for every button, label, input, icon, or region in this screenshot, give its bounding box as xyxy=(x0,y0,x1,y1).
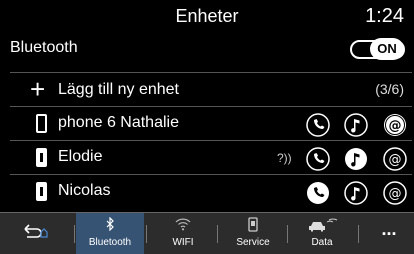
tab-label: Bluetooth xyxy=(88,237,132,248)
bluetooth-label: Bluetooth xyxy=(10,39,78,56)
device-name: phone 6 Nathalie xyxy=(58,114,179,131)
more-icon: ... xyxy=(381,219,397,239)
internet-at-icon[interactable]: @ xyxy=(383,147,407,171)
add-device-label: Lägg till ny enhet xyxy=(58,81,179,98)
tab-divider xyxy=(146,225,147,243)
device-row[interactable]: Nicolas @ xyxy=(10,174,412,208)
bluetooth-icon xyxy=(76,216,144,234)
back-home-button[interactable] xyxy=(0,213,72,254)
device-row[interactable]: Elodie ?)) @ xyxy=(10,140,412,174)
back-home-icon xyxy=(0,223,72,242)
wifi-icon xyxy=(150,217,216,234)
tab-divider xyxy=(74,225,75,243)
svg-text:@: @ xyxy=(389,187,402,202)
service-icon xyxy=(218,217,288,236)
car-data-icon xyxy=(288,217,356,236)
tab-data[interactable]: Data xyxy=(288,213,356,254)
tab-service[interactable]: Service xyxy=(218,213,288,254)
tab-label: WIFI xyxy=(172,237,194,248)
bottom-nav-bar: Bluetooth WIFI Service Data ... xyxy=(0,212,414,254)
page-title: Enheter xyxy=(175,6,239,26)
smartphone-outline-icon xyxy=(36,114,47,133)
plus-icon: + xyxy=(30,74,46,104)
device-count: (3/6) xyxy=(375,81,404,97)
bluetooth-row: Bluetooth ON xyxy=(0,34,414,66)
internet-at-icon[interactable]: @ xyxy=(383,113,407,137)
smartphone-icon xyxy=(36,182,47,201)
tab-label: Data xyxy=(311,237,333,248)
device-name: Elodie xyxy=(58,148,103,165)
smartphone-icon xyxy=(36,148,47,167)
internet-at-icon[interactable]: @ xyxy=(383,181,407,205)
bluetooth-toggle[interactable]: ON xyxy=(350,36,405,62)
device-row[interactable]: phone 6 Nathalie @ xyxy=(10,106,412,140)
device-name: Nicolas xyxy=(58,182,111,199)
toggle-knob: ON xyxy=(370,38,404,60)
connecting-signal-icon: ?)) xyxy=(277,151,292,165)
clock: 1:24 xyxy=(365,5,404,27)
tab-divider xyxy=(358,225,359,243)
svg-text:@: @ xyxy=(389,153,402,168)
phone-call-icon[interactable] xyxy=(306,147,330,171)
music-icon[interactable] xyxy=(344,113,368,137)
add-device-row[interactable]: + Lägg till ny enhet (3/6) xyxy=(10,72,412,106)
phone-call-icon[interactable] xyxy=(306,113,330,137)
music-icon[interactable] xyxy=(344,147,368,171)
phone-call-icon[interactable] xyxy=(306,181,330,205)
tab-label: Service xyxy=(236,237,270,248)
music-icon[interactable] xyxy=(344,181,368,205)
svg-text:@: @ xyxy=(389,119,402,134)
tab-bluetooth[interactable]: Bluetooth xyxy=(76,213,144,254)
tab-more[interactable]: ... xyxy=(366,213,412,254)
tab-wifi[interactable]: WIFI xyxy=(150,213,216,254)
